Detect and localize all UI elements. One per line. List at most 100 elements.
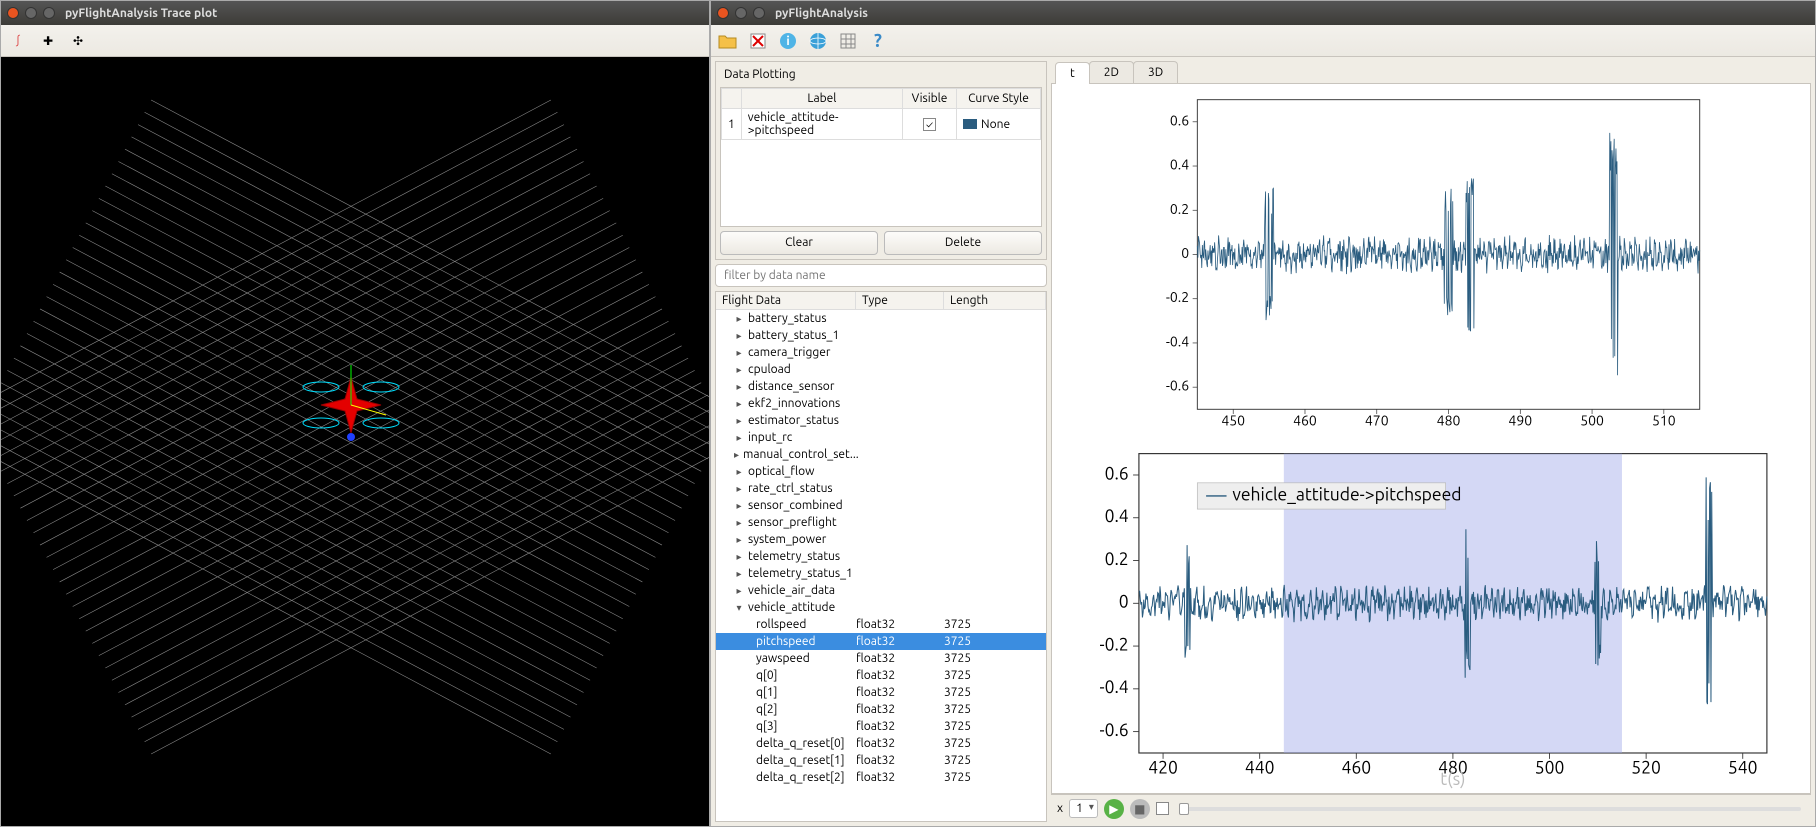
tree-field[interactable]: q[0]float323725 (716, 667, 1046, 684)
col-curve[interactable]: Curve Style (957, 89, 1041, 109)
speed-label: x (1057, 802, 1063, 815)
svg-text:540: 540 (1728, 758, 1758, 777)
trace-plot-window: pyFlightAnalysis Trace plot ∫ ✚ ✣ (0, 0, 710, 827)
clear-button[interactable]: Clear (720, 231, 878, 255)
col-flight-data[interactable]: Flight Data (716, 292, 856, 309)
svg-text:420: 420 (1148, 758, 1178, 777)
svg-text:490: 490 (1508, 413, 1532, 429)
svg-text:460: 460 (1293, 413, 1317, 429)
svg-text:520: 520 (1631, 758, 1661, 777)
panel-title: Data Plotting (720, 66, 1042, 83)
time-slider[interactable] (1179, 807, 1801, 811)
chart-detail[interactable]: -0.6-0.4-0.200.20.40.6450460470480490500… (1056, 88, 1806, 439)
maximize-icon[interactable] (753, 7, 765, 19)
open-folder-icon[interactable] (717, 30, 739, 52)
close-icon[interactable] (717, 7, 729, 19)
maximize-icon[interactable] (43, 7, 55, 19)
tree-topic[interactable]: ▸ekf2_innovations (716, 395, 1046, 412)
tree-field[interactable]: q[1]float323725 (716, 684, 1046, 701)
plot-area[interactable]: -0.6-0.4-0.200.20.40.6450460470480490500… (1051, 84, 1811, 794)
svg-text:t(s): t(s) (1440, 770, 1465, 789)
main-window: pyFlightAnalysis i ? Data Plotting Label… (710, 0, 1816, 827)
titlebar-right[interactable]: pyFlightAnalysis (711, 1, 1815, 25)
tree-field[interactable]: delta_q_reset[0]float323725 (716, 735, 1046, 752)
tree-topic[interactable]: ▸sensor_combined (716, 497, 1046, 514)
tree-topic[interactable]: ▸battery_status_1 (716, 327, 1046, 344)
info-icon[interactable]: i (777, 30, 799, 52)
tree-topic[interactable]: ▸telemetry_status (716, 548, 1046, 565)
play-button[interactable]: ▶ (1104, 799, 1124, 819)
col-label[interactable]: Label (741, 89, 902, 109)
col-length[interactable]: Length (944, 292, 1046, 309)
curve-table[interactable]: Label Visible Curve Style 1 vehicle_atti… (720, 87, 1042, 227)
speed-combo[interactable]: 1 (1069, 799, 1098, 818)
tree-topic[interactable]: ▸camera_trigger (716, 344, 1046, 361)
table-row[interactable]: 1 vehicle_attitude->pitchspeed ✓ None (722, 109, 1041, 140)
tree-topic[interactable]: ▸manual_control_set... (716, 446, 1046, 463)
tree-topic[interactable]: ▸rate_ctrl_status (716, 480, 1046, 497)
svg-text:470: 470 (1365, 413, 1389, 429)
help-icon[interactable]: ? (867, 30, 889, 52)
grid-settings-icon[interactable] (837, 30, 859, 52)
tree-topic[interactable]: ▸vehicle_air_data (716, 582, 1046, 599)
tree-topic[interactable]: ▸optical_flow (716, 463, 1046, 480)
tree-topic[interactable]: ▸telemetry_status_1 (716, 565, 1046, 582)
svg-text:-0.6: -0.6 (1166, 378, 1189, 394)
tree-topic[interactable]: ▸system_power (716, 531, 1046, 548)
quad-top-icon[interactable]: ✣ (67, 30, 89, 52)
svg-text:440: 440 (1245, 758, 1275, 777)
delete-button[interactable]: Delete (884, 231, 1042, 255)
tree-topic[interactable]: ▸estimator_status (716, 412, 1046, 429)
svg-text:0: 0 (1181, 245, 1189, 261)
close-icon[interactable] (7, 7, 19, 19)
minimize-icon[interactable] (735, 7, 747, 19)
tab-t[interactable]: t (1055, 62, 1090, 84)
minimize-icon[interactable] (25, 7, 37, 19)
tree-field[interactable]: rollspeedfloat323725 (716, 616, 1046, 633)
tree-topic[interactable]: ▸battery_status (716, 310, 1046, 327)
filter-input[interactable] (715, 264, 1047, 287)
tab-2d[interactable]: 2D (1089, 61, 1134, 83)
tree-field[interactable]: q[2]float323725 (716, 701, 1046, 718)
svg-text:vehicle_attitude->pitchspeed: vehicle_attitude->pitchspeed (1232, 485, 1461, 504)
globe-icon[interactable] (807, 30, 829, 52)
curve-label[interactable]: vehicle_attitude->pitchspeed (741, 109, 902, 140)
svg-text:0.6: 0.6 (1105, 464, 1129, 483)
col-type[interactable]: Type (856, 292, 944, 309)
tree-topic[interactable]: ▸cpuload (716, 361, 1046, 378)
tree-field[interactable]: q[3]float323725 (716, 718, 1046, 735)
visible-checkbox[interactable]: ✓ (923, 118, 936, 131)
tree-field[interactable]: delta_q_reset[2]float323725 (716, 769, 1046, 786)
svg-text:0.4: 0.4 (1170, 157, 1189, 173)
stop-button[interactable]: ■ (1130, 799, 1150, 819)
quad-side-icon[interactable]: ✚ (37, 30, 59, 52)
curve-style[interactable]: None (957, 109, 1041, 140)
loop-checkbox[interactable] (1156, 802, 1169, 815)
chart-overview[interactable]: -0.6-0.4-0.200.20.40.6420440460480500520… (1056, 439, 1806, 790)
svg-text:i: i (786, 35, 789, 48)
flight-data-tree[interactable]: Flight Data Type Length ▸battery_status▸… (715, 291, 1047, 822)
tree-topic-expanded[interactable]: ▾vehicle_attitude (716, 599, 1046, 616)
svg-text:500: 500 (1535, 758, 1565, 777)
tree-topic[interactable]: ▸distance_sensor (716, 378, 1046, 395)
tree-field[interactable]: delta_q_reset[1]float323725 (716, 752, 1046, 769)
3d-viewport[interactable] (1, 57, 709, 826)
titlebar-left[interactable]: pyFlightAnalysis Trace plot (1, 1, 709, 25)
svg-text:-0.2: -0.2 (1100, 635, 1129, 654)
svg-text:460: 460 (1341, 758, 1371, 777)
tree-field[interactable]: pitchspeedfloat323725 (716, 633, 1046, 650)
svg-text:-0.6: -0.6 (1100, 720, 1129, 739)
curve-tool-icon[interactable]: ∫ (7, 30, 29, 52)
svg-text:-0.4: -0.4 (1166, 333, 1189, 349)
tab-3d[interactable]: 3D (1133, 61, 1178, 83)
ground-grid (1, 100, 709, 754)
svg-text:0.6: 0.6 (1170, 112, 1189, 128)
delete-icon[interactable] (747, 30, 769, 52)
tree-topic[interactable]: ▸sensor_preflight (716, 514, 1046, 531)
svg-text:500: 500 (1580, 413, 1604, 429)
tree-field[interactable]: yawspeedfloat323725 (716, 650, 1046, 667)
tree-topic[interactable]: ▸input_rc (716, 429, 1046, 446)
svg-text:450: 450 (1221, 413, 1245, 429)
col-visible[interactable]: Visible (903, 89, 957, 109)
svg-text:0.2: 0.2 (1105, 549, 1129, 568)
